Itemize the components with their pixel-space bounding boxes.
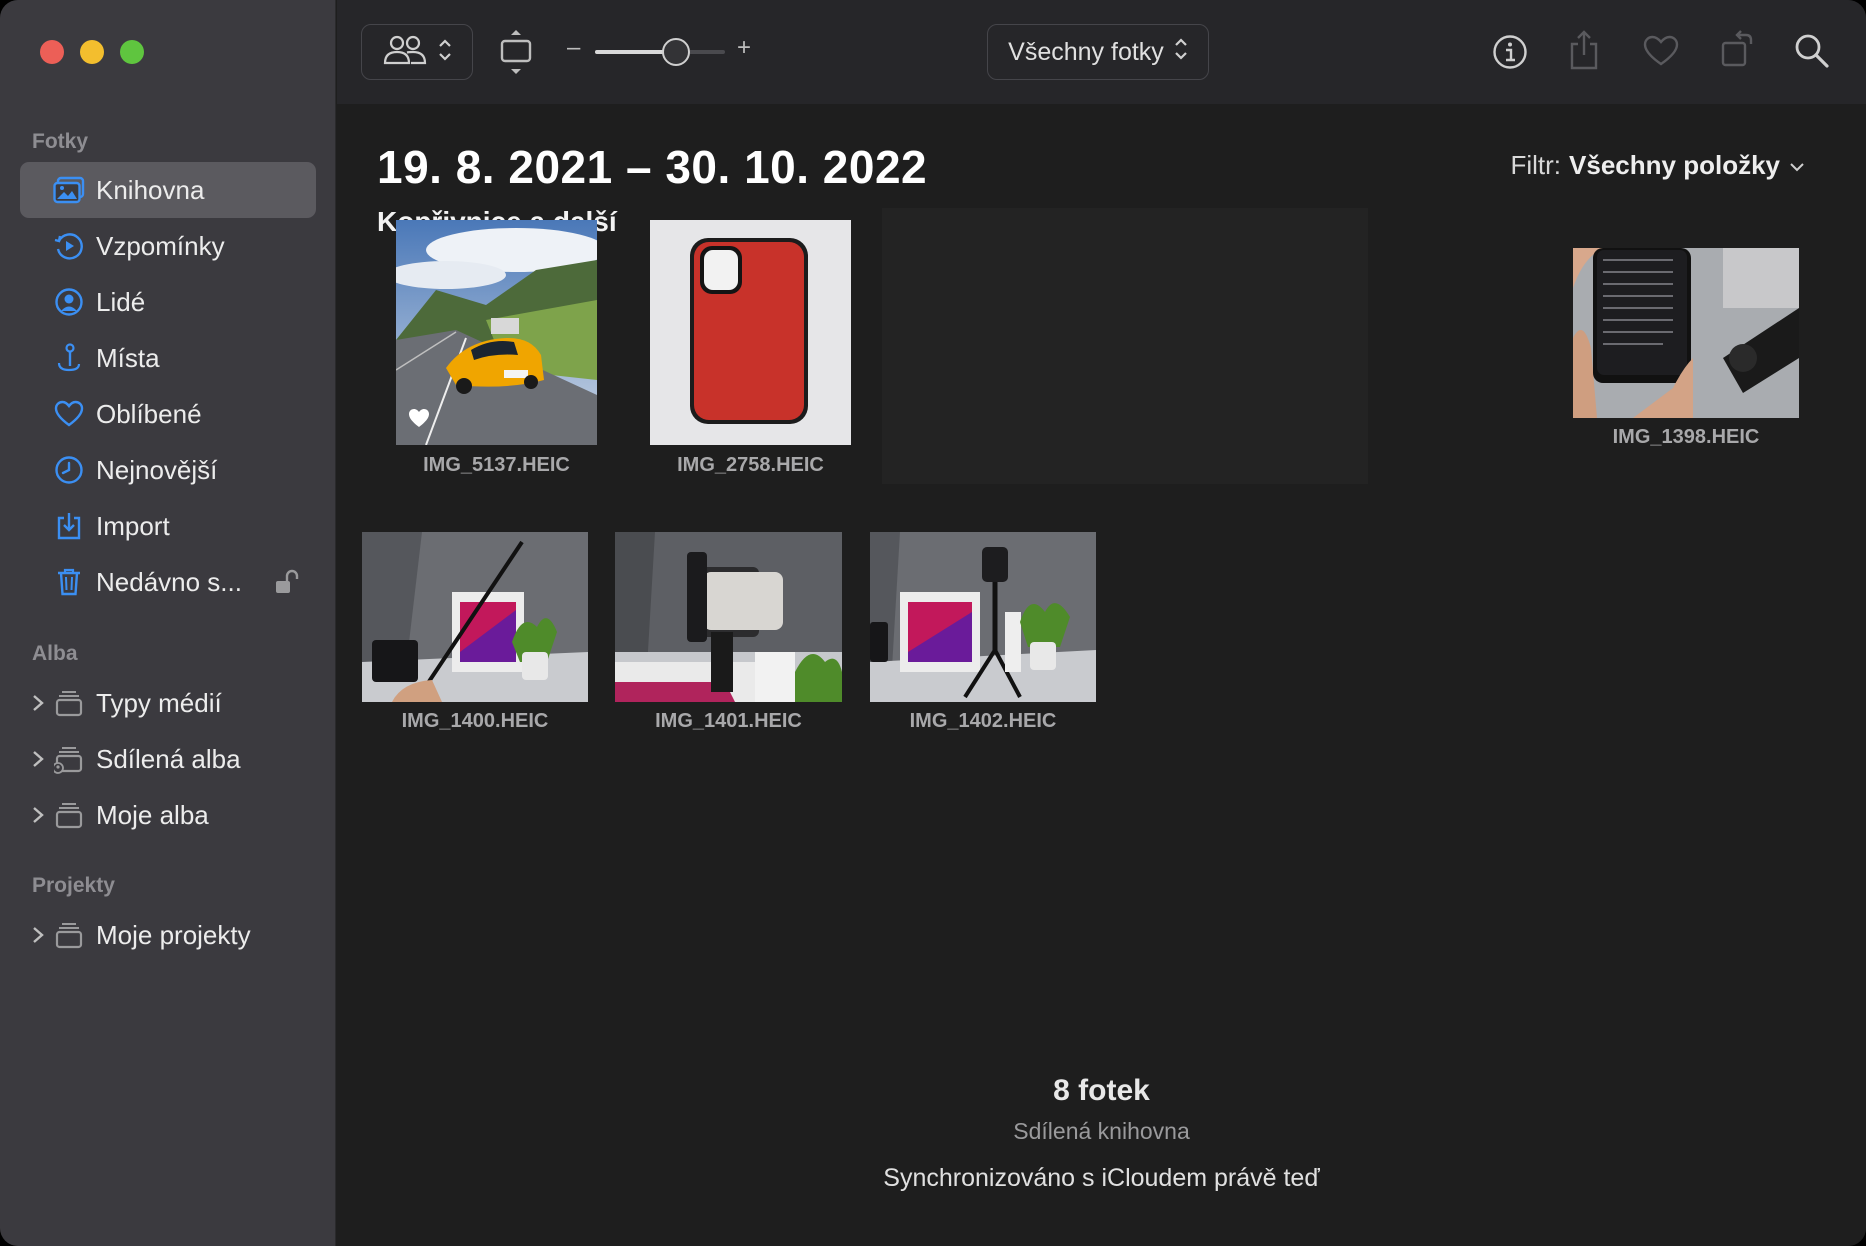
zoom-window-button[interactable] (120, 40, 144, 64)
sidebar-item-label: Nedávno s... (96, 566, 242, 597)
rotate-icon[interactable] (1719, 28, 1755, 70)
sidebar-item-label: Knihovna (96, 174, 205, 205)
photo-filename: IMG_5137.HEIC (423, 454, 570, 476)
sync-status: Synchronizováno s iCloudem právě teď (883, 1164, 1320, 1192)
date-range-title: 19. 8. 2021 – 30. 10. 2022 (377, 141, 928, 193)
section-label-albums: Alba (32, 642, 78, 665)
sidebar-group-my-albums[interactable]: Moje alba (20, 787, 316, 843)
photo-thumbnail[interactable] (650, 220, 851, 445)
photo-grid-area: 19. 8. 2021 – 30. 10. 2022 Kopřivnice a … (337, 104, 1866, 1246)
shared-album-icon (52, 742, 86, 776)
photo-filename: IMG_1401.HEIC (655, 710, 802, 732)
sidebar-group-shared-albums[interactable]: Sdílená alba (20, 731, 316, 787)
photo-selfie-stick-box-image (362, 532, 588, 702)
search-icon[interactable] (1793, 32, 1831, 70)
memories-icon (52, 229, 86, 263)
sidebar-item-memories[interactable]: Vzpomínky (20, 218, 316, 274)
chevron-right-icon[interactable] (30, 925, 46, 945)
chevron-right-icon[interactable] (30, 805, 46, 825)
section-label-photos: Fotky (32, 130, 89, 153)
photo-count: 8 fotek (1053, 1074, 1150, 1107)
album-stack-icon (52, 918, 86, 952)
sidebar-item-label: Sdílená alba (96, 743, 241, 774)
import-icon (52, 509, 86, 543)
photo-thumbnail[interactable] (1573, 248, 1799, 418)
section-label-projects: Projekty (32, 874, 115, 897)
fit-view-icon[interactable] (499, 28, 533, 76)
zoom-slider[interactable] (595, 38, 725, 66)
chevron-updown-icon (1174, 36, 1188, 69)
chevron-down-icon (1788, 150, 1806, 181)
zoom-slider-knob[interactable] (661, 38, 690, 66)
favorite-badge-icon (408, 408, 430, 433)
photo-filename: IMG_1400.HEIC (401, 710, 549, 732)
sidebar-item-recently-deleted[interactable]: Nedávno s... (20, 554, 316, 610)
chevron-right-icon[interactable] (30, 749, 46, 769)
sidebar-item-label: Typy médií (96, 687, 222, 718)
sidebar-item-people[interactable]: Lidé (20, 274, 316, 330)
view-select-value: Všechny fotky (1008, 37, 1164, 66)
info-icon[interactable] (1491, 33, 1529, 71)
photo-thumbnail[interactable] (362, 532, 588, 702)
photo-filename: IMG_1398.HEIC (1612, 426, 1760, 448)
photo-gimbal-phone-image (615, 532, 842, 702)
sidebar-item-label: Moje projekty (96, 919, 251, 950)
view-select[interactable]: Všechny fotky (987, 24, 1209, 80)
sidebar-item-favorites[interactable]: Oblíbené (20, 386, 316, 442)
sidebar-group-media-types[interactable]: Typy médií (20, 675, 316, 731)
sidebar-item-recents[interactable]: Nejnovější (20, 442, 316, 498)
library-name: Sdílená knihovna (1013, 1118, 1190, 1144)
chevron-right-icon[interactable] (30, 693, 46, 713)
sidebar-item-label: Nejnovější (96, 454, 218, 485)
photo-loading-placeholder (882, 208, 1368, 484)
photo-hand-phone-image (1573, 248, 1799, 418)
window-controls (40, 40, 144, 64)
photo-filename: IMG_1402.HEIC (909, 710, 1057, 732)
chevron-updown-icon (438, 37, 452, 68)
album-stack-icon (52, 798, 86, 832)
sidebar: Fotky Knihovna Vzpomínky Lidé Místa Oblí… (0, 0, 336, 1246)
people-icon (52, 285, 86, 319)
minimize-window-button[interactable] (80, 40, 104, 64)
filter-label: Filtr: (1510, 150, 1562, 180)
library-icon (52, 173, 86, 207)
sidebar-item-label: Vzpomínky (96, 230, 225, 261)
photo-tripod-setup-image (870, 532, 1096, 702)
zoom-in-button[interactable]: + (737, 34, 751, 62)
photo-filename: IMG_2758.HEIC (677, 454, 824, 476)
filter-menu[interactable]: Filtr: Všechny položky (1510, 150, 1806, 181)
close-window-button[interactable] (40, 40, 64, 64)
photo-thumbnail[interactable] (396, 220, 597, 445)
sidebar-item-label: Moje alba (96, 799, 209, 830)
photo-thumbnail[interactable] (870, 532, 1096, 702)
favorite-heart-icon[interactable] (1642, 33, 1680, 69)
sidebar-item-label: Lidé (96, 286, 146, 317)
filter-value: Všechny položky (1569, 150, 1780, 180)
album-stack-icon (52, 686, 86, 720)
toolbar: – + Všechny fotky (337, 0, 1866, 104)
photo-thumbnail[interactable] (615, 532, 842, 702)
heart-icon (52, 397, 86, 431)
sidebar-item-label: Oblíbené (96, 398, 202, 429)
zoom-out-button[interactable]: – (567, 34, 580, 62)
people-icon (382, 34, 428, 71)
clock-icon (52, 453, 86, 487)
sidebar-item-label: Import (96, 510, 170, 541)
library-switcher-button[interactable] (361, 24, 473, 80)
places-icon (52, 341, 86, 375)
unlock-icon[interactable] (274, 569, 300, 595)
sidebar-group-my-projects[interactable]: Moje projekty (20, 907, 316, 963)
trash-icon (52, 565, 86, 599)
photos-window: Fotky Knihovna Vzpomínky Lidé Místa Oblí… (0, 0, 1866, 1246)
photo-phone-case-image (650, 220, 851, 445)
share-icon[interactable] (1567, 28, 1601, 72)
sidebar-item-label: Místa (96, 342, 160, 373)
sidebar-item-places[interactable]: Místa (20, 330, 316, 386)
sidebar-item-library[interactable]: Knihovna (20, 162, 316, 218)
sidebar-item-import[interactable]: Import (20, 498, 316, 554)
